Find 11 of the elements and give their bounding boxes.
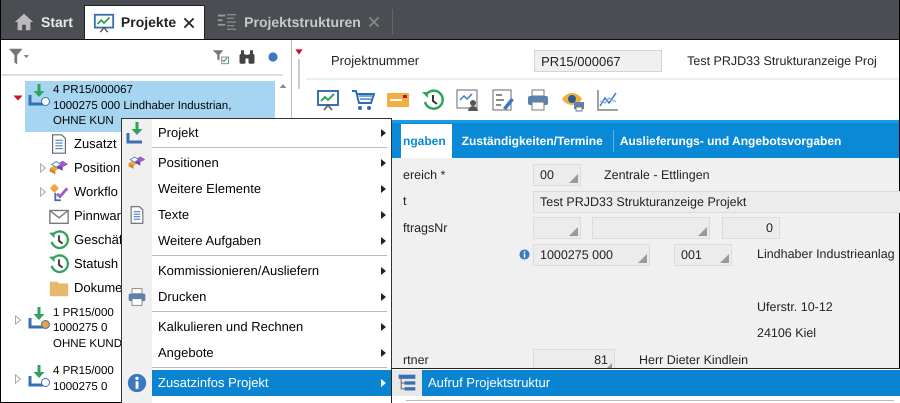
field-text: Herr Dieter Kindlein — [639, 352, 748, 369]
field-label: ereich * — [403, 166, 446, 184]
field-label: ftragsNr — [403, 220, 448, 237]
field-label: rtner — [403, 352, 429, 369]
field-text: Zentrale - Ettlingen — [604, 166, 710, 184]
project-title: Test PRJD33 Strukturanzeige Proj — [687, 52, 877, 70]
field-text: 24106 Kiel — [757, 325, 816, 342]
field-label: t — [403, 193, 406, 210]
field-text: Lindhaber Industrieanlag — [757, 246, 895, 264]
field-text: Uferstr. 10-12 — [757, 298, 833, 316]
field-label: Projektnummer — [331, 52, 420, 70]
